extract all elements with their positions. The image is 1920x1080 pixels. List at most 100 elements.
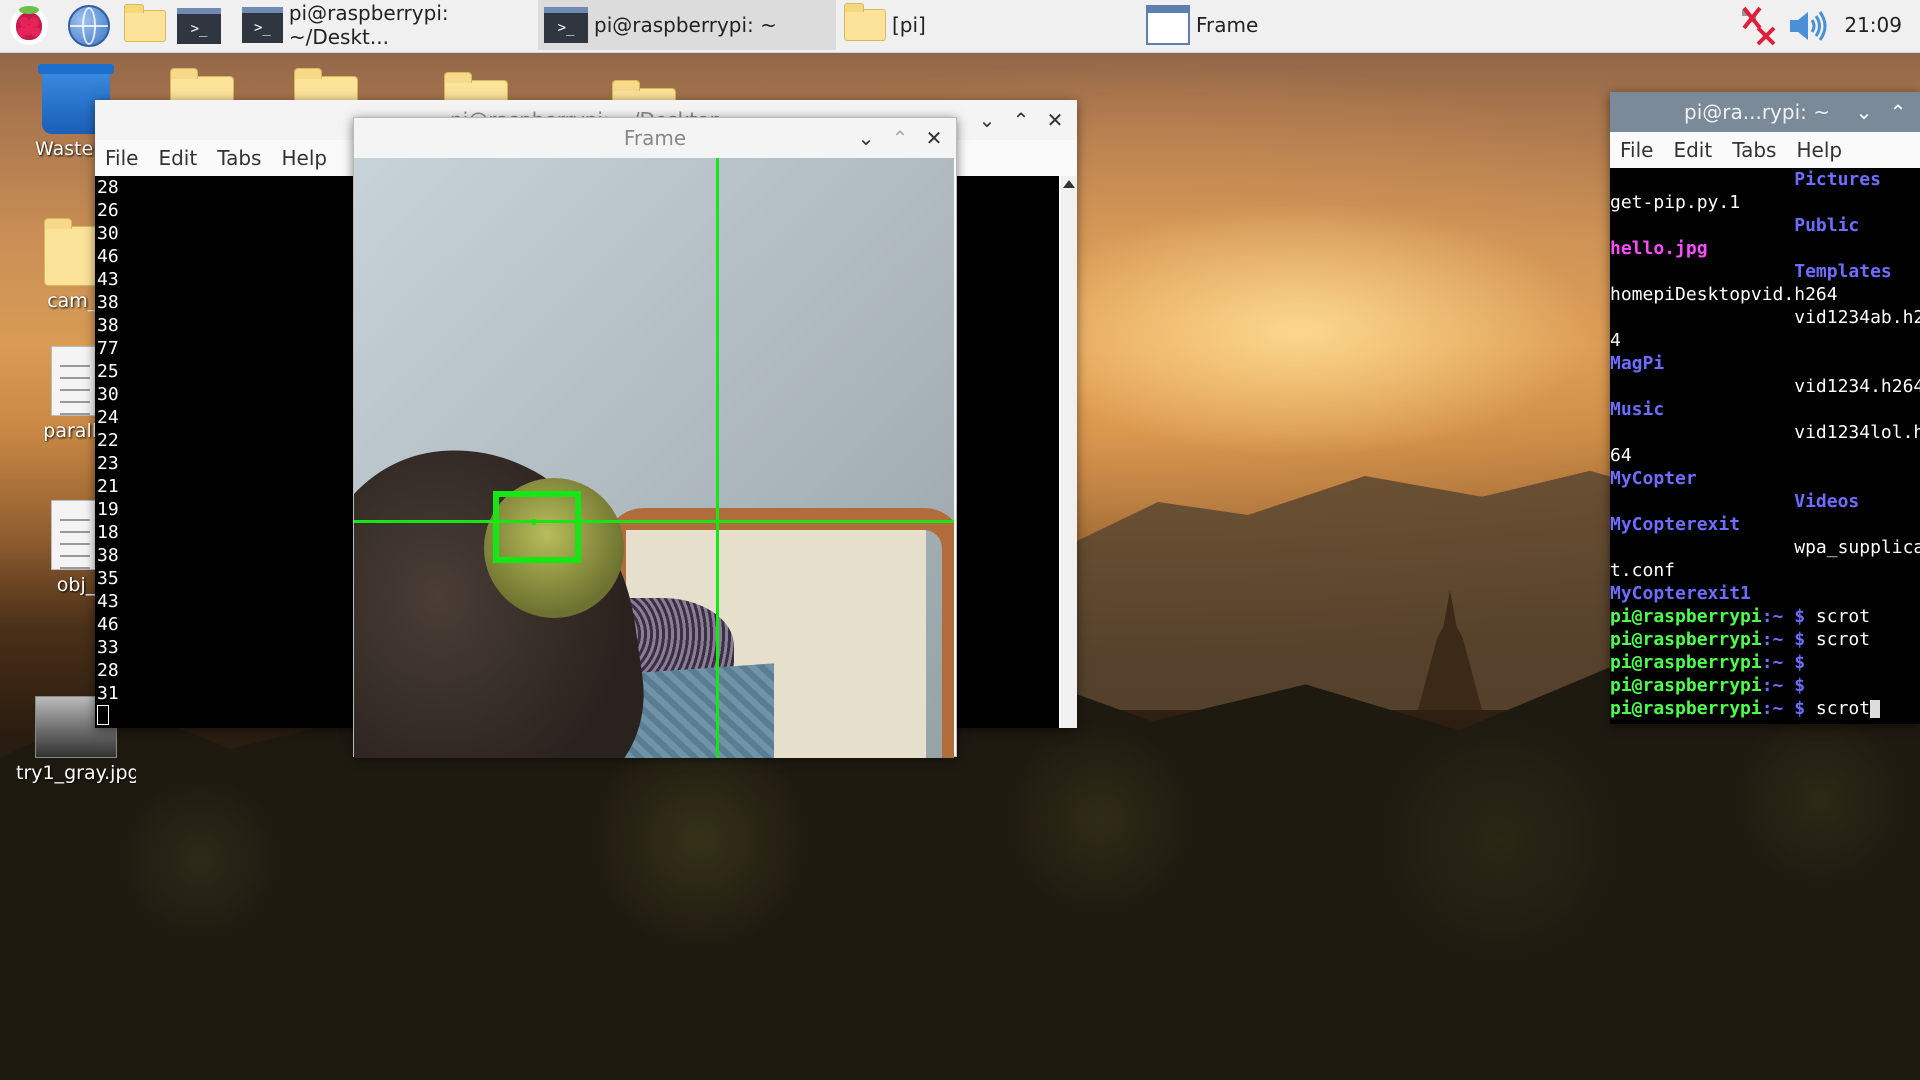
text-file-icon <box>51 500 101 570</box>
browser-launcher[interactable] <box>66 3 112 49</box>
menu-button[interactable] <box>6 3 52 49</box>
terminal-line: 64 <box>1610 445 1632 466</box>
terminal-line: wpa_supplicar <box>1610 537 1920 558</box>
terminal-line: MyCopterexit1 <box>1610 583 1751 604</box>
terminal-line: Music <box>1610 399 1665 420</box>
minimize-button[interactable]: ⌄ <box>852 124 880 152</box>
web-browser-icon <box>68 5 110 47</box>
terminal-prompt-line: pi@raspberrypi:~ $ <box>1610 674 1920 697</box>
taskbar-item-terminal-home[interactable]: >_ pi@raspberrypi: ~ <box>538 0 836 50</box>
chevron-down-icon: ⌄ <box>978 108 996 132</box>
menu-edit[interactable]: Edit <box>1673 138 1712 162</box>
prompt-user: pi@raspberrypi <box>1610 675 1762 696</box>
detection-box <box>493 491 581 563</box>
maximize-button[interactable]: ⌃ <box>1007 106 1035 134</box>
window-titlebar[interactable]: pi@ra...rypi: ~ ⌄ ⌃ <box>1610 92 1920 132</box>
prompt-path: :~ $ <box>1761 652 1806 673</box>
prompt-user: pi@raspberrypi <box>1610 629 1762 650</box>
text-file-icon <box>51 346 101 416</box>
terminal-line: Public <box>1610 215 1860 236</box>
terminal-line: hello.jpg <box>1610 238 1708 259</box>
terminal-launcher[interactable]: >_ <box>176 3 222 49</box>
prompt-command: scrot <box>1805 629 1871 650</box>
terminal-line: get-pip.py.1 <box>1610 192 1741 213</box>
minimize-button[interactable]: ⌄ <box>1850 98 1878 126</box>
chevron-down-icon: ⌄ <box>1855 100 1873 124</box>
window-title: pi@ra...rypi: ~ <box>1684 100 1830 124</box>
prompt-path: :~ $ <box>1761 675 1806 696</box>
terminal-cursor <box>1870 700 1881 718</box>
prompt-path: :~ $ <box>1761 698 1806 719</box>
prompt-path: :~ $ <box>1761 606 1806 627</box>
terminal-window-home[interactable]: pi@ra...rypi: ~ ⌄ ⌃ File Edit Tabs Help … <box>1610 92 1920 724</box>
task-label: pi@raspberrypi: ~/Deskt... <box>288 1 449 49</box>
raspberry-pi-menu-icon <box>16 6 42 40</box>
terminal-line: MagPi <box>1610 353 1665 374</box>
terminal-line: Templates <box>1610 261 1892 282</box>
desktop-icon-label: try1_gray.jpg <box>16 762 136 784</box>
menu-tabs[interactable]: Tabs <box>1732 138 1776 162</box>
terminal-icon: >_ <box>242 7 283 43</box>
terminal-line: t.conf <box>1610 560 1676 581</box>
chevron-down-icon: ⌄ <box>857 126 875 150</box>
detection-center <box>532 519 536 525</box>
terminal-line: vid1234lol.h2 <box>1610 422 1920 443</box>
task-label: pi@raspberrypi: ~ <box>594 13 777 37</box>
chevron-up-icon: ⌃ <box>1012 108 1030 132</box>
terminal-prompt-line: pi@raspberrypi:~ $ scrot <box>1610 697 1920 720</box>
menu-edit[interactable]: Edit <box>158 146 197 170</box>
task-label: Frame <box>1196 13 1259 37</box>
scrollbar[interactable] <box>1061 176 1077 728</box>
folder-icon <box>844 3 886 41</box>
maximize-button[interactable]: ⌃ <box>886 124 914 152</box>
close-icon: ✕ <box>925 126 943 150</box>
prompt-command: scrot <box>1805 606 1871 627</box>
chevron-up-icon: ⌃ <box>891 126 909 150</box>
prompt-command: scrot <box>1805 698 1871 719</box>
prompt-user: pi@raspberrypi <box>1610 698 1762 719</box>
minimize-button[interactable]: ⌄ <box>973 106 1001 134</box>
file-manager-icon <box>124 4 166 42</box>
scroll-up-icon <box>1063 180 1075 188</box>
menu-tabs[interactable]: Tabs <box>217 146 261 170</box>
terminal-line: Videos <box>1610 491 1860 512</box>
taskbar-item-terminal-desktop[interactable]: >_ pi@raspberrypi: ~/Deskt... <box>236 0 536 50</box>
terminal-line: 4 <box>1610 330 1621 351</box>
file-manager-launcher[interactable] <box>122 3 168 49</box>
menu-file[interactable]: File <box>1620 138 1653 162</box>
volume-icon[interactable] <box>1788 8 1828 44</box>
menu-help[interactable]: Help <box>1796 138 1842 162</box>
taskbar-item-file-manager[interactable]: [pi] <box>838 0 1138 50</box>
terminal-line: homepiDesktopvid.h264 <box>1610 284 1838 305</box>
frame-window[interactable]: Frame ⌄ ⌃ ✕ <box>353 117 957 758</box>
window-icon <box>1146 5 1190 45</box>
terminal-prompt-line: pi@raspberrypi:~ $ scrot <box>1610 605 1920 628</box>
crosshair-horizontal <box>354 520 954 523</box>
window-title: Frame <box>623 126 687 150</box>
chevron-up-icon: ⌃ <box>1889 100 1907 124</box>
task-label: [pi] <box>892 13 926 37</box>
menu-file[interactable]: File <box>105 146 138 170</box>
maximize-button[interactable]: ⌃ <box>1884 98 1912 126</box>
prompt-user: pi@raspberrypi <box>1610 652 1762 673</box>
taskbar-item-frame[interactable]: Frame <box>1140 0 1440 50</box>
crosshair-vertical <box>716 158 719 758</box>
terminal-icon: >_ <box>177 8 221 44</box>
clock[interactable]: 21:09 <box>1844 13 1902 37</box>
terminal-line: Pictures <box>1610 169 1881 190</box>
terminal-output[interactable]: Pictures get-pip.py.1 Public hello.jpg Tem… <box>1610 168 1920 724</box>
menu-help[interactable]: Help <box>281 146 327 170</box>
prompt-user: pi@raspberrypi <box>1610 606 1762 627</box>
menu-bar: File Edit Tabs Help <box>1610 132 1920 168</box>
network-disconnected-icon[interactable] <box>1738 6 1778 46</box>
terminal-line: MyCopterexit <box>1610 514 1741 535</box>
camera-feed <box>354 158 954 758</box>
terminal-line: MyCopter <box>1610 468 1697 489</box>
terminal-line: vid1234.h264 <box>1610 376 1920 397</box>
close-icon: ✕ <box>1046 108 1064 132</box>
terminal-line: vid1234ab.h26 <box>1610 307 1920 328</box>
close-button[interactable]: ✕ <box>920 124 948 152</box>
window-titlebar[interactable]: Frame ⌄ ⌃ ✕ <box>354 118 956 158</box>
terminal-prompt-line: pi@raspberrypi:~ $ scrot <box>1610 628 1920 651</box>
close-button[interactable]: ✕ <box>1041 106 1069 134</box>
